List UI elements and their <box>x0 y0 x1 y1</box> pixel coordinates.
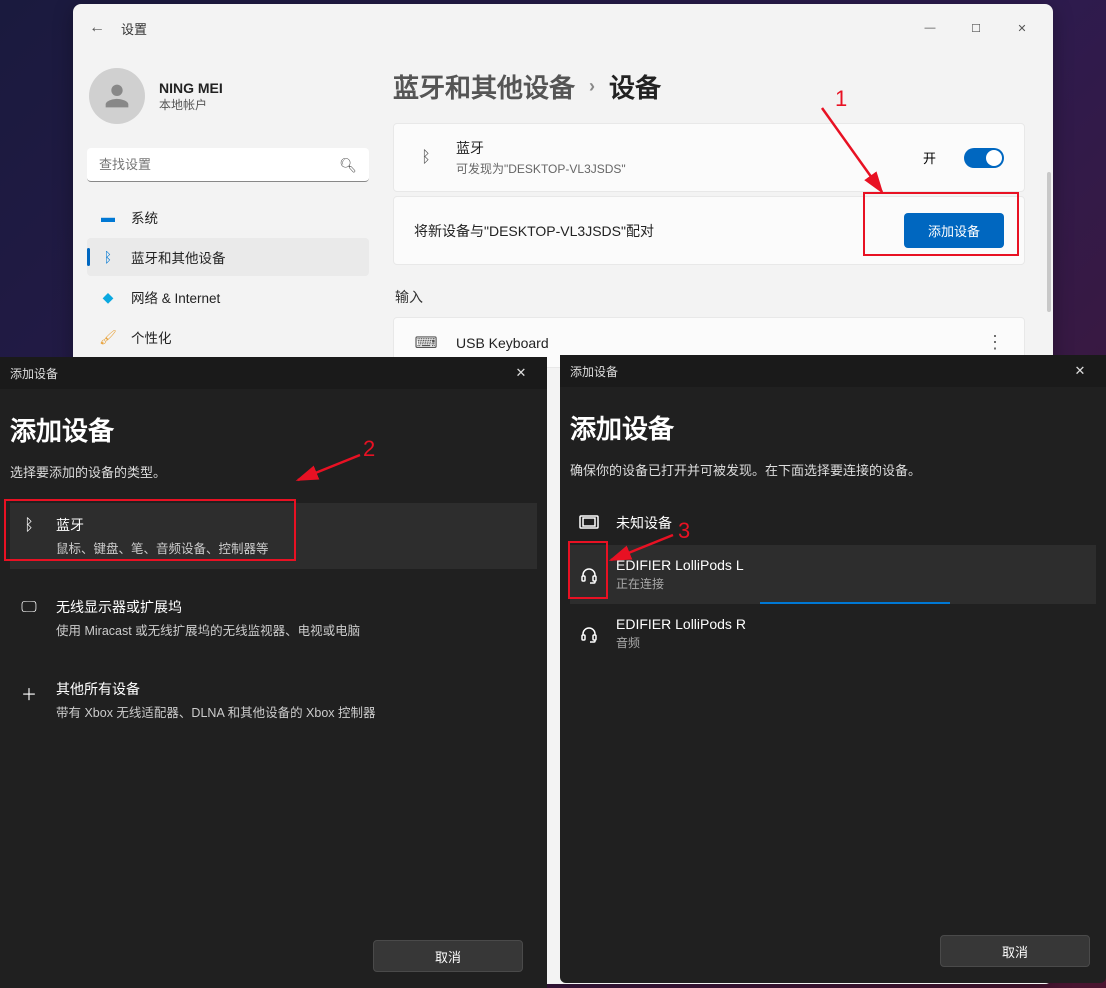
device-name: EDIFIER LolliPods R <box>616 616 746 632</box>
device-item-unknown[interactable]: 未知设备 <box>570 501 1096 545</box>
cancel-button[interactable]: 取消 <box>373 940 523 972</box>
dialog-titlebar: 添加设备 ✕ <box>0 357 547 389</box>
back-button[interactable]: ← <box>81 12 113 44</box>
titlebar: ← 设置 — ☐ ✕ <box>73 4 1053 52</box>
device-type-title: 蓝牙 <box>56 515 269 535</box>
maximize-button[interactable]: ☐ <box>953 12 999 44</box>
bluetooth-card: ᛒ 蓝牙 可发现为"DESKTOP-VL3JSDS" 开 <box>393 123 1025 192</box>
avatar <box>89 68 145 124</box>
device-item-lollipods-l[interactable]: EDIFIER LolliPods L 正在连接 <box>570 545 1096 604</box>
dialog-title: 添加设备 <box>10 365 58 382</box>
window-title: 设置 <box>121 19 147 38</box>
search-icon: 🔍︎ <box>339 157 357 174</box>
device-status: 音频 <box>616 634 746 651</box>
annotation-number-1: 1 <box>835 86 847 112</box>
device-type-title: 其他所有设备 <box>56 679 376 699</box>
device-type-other[interactable]: ＋ 其他所有设备 带有 Xbox 无线适配器、DLNA 和其他设备的 Xbox … <box>10 667 537 733</box>
brush-icon: 🖌 <box>99 329 117 346</box>
add-device-button[interactable]: 添加设备 <box>904 213 1004 248</box>
dialog-subheading: 选择要添加的设备的类型。 <box>10 462 537 481</box>
sidebar-item-label: 蓝牙和其他设备 <box>131 247 226 267</box>
add-device-dialog-type: 添加设备 ✕ 添加设备 选择要添加的设备的类型。 ᛒ 蓝牙 鼠标、键盘、笔、音频… <box>0 357 547 988</box>
search-box: 🔍︎ <box>87 148 369 182</box>
pair-device-card: 将新设备与"DESKTOP-VL3JSDS"配对 添加设备 <box>393 196 1025 265</box>
dialog-titlebar: 添加设备 ✕ <box>560 355 1106 387</box>
device-type-title: 无线显示器或扩展坞 <box>56 597 360 617</box>
device-name: EDIFIER LolliPods L <box>616 557 744 573</box>
input-section-heading: 输入 <box>395 287 1025 307</box>
bluetooth-icon: ᛒ <box>18 515 40 535</box>
dialog-footer: 取消 <box>373 940 523 972</box>
close-button[interactable]: ✕ <box>999 12 1045 44</box>
bluetooth-title: 蓝牙 <box>456 138 905 158</box>
device-type-desc: 带有 Xbox 无线适配器、DLNA 和其他设备的 Xbox 控制器 <box>56 702 376 721</box>
connecting-progress <box>760 602 950 604</box>
sidebar-item-bluetooth[interactable]: ᛒ 蓝牙和其他设备 <box>87 238 369 276</box>
bluetooth-icon: ᛒ <box>99 249 117 265</box>
device-type-desc: 使用 Miracast 或无线扩展坞的无线监视器、电视或电脑 <box>56 620 360 639</box>
sidebar-item-label: 网络 & Internet <box>131 287 220 307</box>
keyboard-name: USB Keyboard <box>456 335 968 351</box>
user-profile[interactable]: NING MEI 本地帐户 <box>87 60 369 140</box>
headset-icon <box>578 566 600 584</box>
device-icon <box>578 515 600 531</box>
minimize-button[interactable]: — <box>907 12 953 44</box>
bluetooth-icon: ᛒ <box>414 149 438 167</box>
sidebar-item-label: 个性化 <box>131 327 172 347</box>
scrollbar[interactable] <box>1047 172 1051 312</box>
pair-device-text: 将新设备与"DESKTOP-VL3JSDS"配对 <box>414 221 886 241</box>
search-input[interactable] <box>87 148 369 182</box>
annotation-number-3: 3 <box>678 518 690 544</box>
display-icon: ▬ <box>99 209 117 225</box>
sidebar-item-personalize[interactable]: 🖌 个性化 <box>87 318 369 356</box>
monitor-icon: 🖵 <box>18 597 40 617</box>
dialog-title: 添加设备 <box>570 363 618 380</box>
dialog-subheading: 确保你的设备已打开并可被发现。在下面选择要连接的设备。 <box>570 460 1096 479</box>
more-icon[interactable]: ⋮ <box>986 332 1004 353</box>
wifi-icon: ◆ <box>99 289 117 306</box>
close-icon[interactable]: ✕ <box>505 365 537 381</box>
device-type-desc: 鼠标、键盘、笔、音频设备、控制器等 <box>56 538 269 557</box>
device-name: 未知设备 <box>616 513 672 533</box>
headset-icon <box>578 625 600 643</box>
window-controls: — ☐ ✕ <box>907 12 1045 44</box>
user-name: NING MEI <box>159 80 223 96</box>
breadcrumb-current: 设备 <box>609 68 661 105</box>
chevron-right-icon: › <box>589 76 595 97</box>
dialog-heading: 添加设备 <box>10 411 537 448</box>
device-item-lollipods-r[interactable]: EDIFIER LolliPods R 音频 <box>570 604 1096 663</box>
toggle-label: 开 <box>923 148 936 167</box>
close-icon[interactable]: ✕ <box>1064 363 1096 379</box>
device-status: 正在连接 <box>616 575 744 592</box>
dialog-footer: 取消 <box>940 935 1090 967</box>
plus-icon: ＋ <box>18 679 40 705</box>
bluetooth-toggle[interactable] <box>964 148 1004 168</box>
device-type-bluetooth[interactable]: ᛒ 蓝牙 鼠标、键盘、笔、音频设备、控制器等 <box>10 503 537 569</box>
sidebar-item-system[interactable]: ▬ 系统 <box>87 198 369 236</box>
device-type-wireless-display[interactable]: 🖵 无线显示器或扩展坞 使用 Miracast 或无线扩展坞的无线监视器、电视或… <box>10 585 537 651</box>
bluetooth-subtitle: 可发现为"DESKTOP-VL3JSDS" <box>456 160 905 177</box>
add-device-dialog-list: 添加设备 ✕ 添加设备 确保你的设备已打开并可被发现。在下面选择要连接的设备。 … <box>560 355 1106 983</box>
annotation-number-2: 2 <box>363 436 375 462</box>
dialog-heading: 添加设备 <box>570 409 1096 446</box>
breadcrumb: 蓝牙和其他设备 › 设备 <box>393 68 1025 105</box>
keyboard-icon: ⌨ <box>414 333 438 353</box>
person-icon <box>100 79 134 113</box>
user-account-type: 本地帐户 <box>159 96 223 113</box>
cancel-button[interactable]: 取消 <box>940 935 1090 967</box>
sidebar-item-network[interactable]: ◆ 网络 & Internet <box>87 278 369 316</box>
sidebar-item-label: 系统 <box>131 207 158 227</box>
breadcrumb-parent[interactable]: 蓝牙和其他设备 <box>393 68 575 105</box>
